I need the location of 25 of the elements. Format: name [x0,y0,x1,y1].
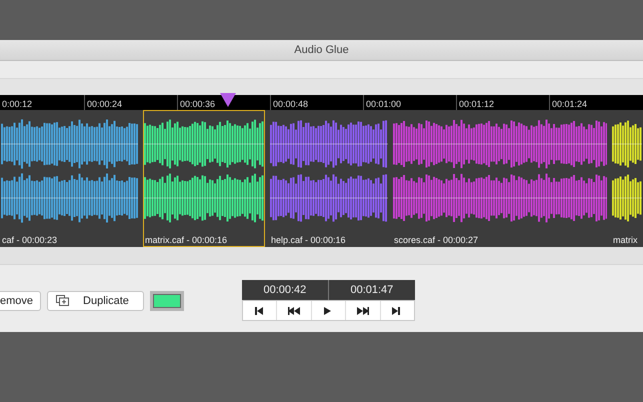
remove-button[interactable]: emove [0,290,42,310]
time-tick-label: 00:01:24 [552,98,588,110]
time-tick-label: 00:00:36 [180,98,216,110]
color-well[interactable] [150,290,184,310]
time-tick-label: 00:01:00 [366,98,402,110]
fast-forward-icon [356,306,369,316]
clip-label: matrix.caf - 00:00:16 [144,235,228,246]
time-tick-label: 00:00:48 [273,98,308,110]
clip-label: caf - 00:00:23 [1,235,58,246]
duration-time: 00:01:47 [328,280,415,300]
time-tick-label: 00:00:24 [87,98,122,110]
clip-label: help.caf - 00:00:16 [270,235,347,246]
duplicate-button[interactable]: Duplicate [47,290,144,310]
window-title: Audio Glue [294,44,349,56]
playhead-marker[interactable] [220,93,236,107]
clip-label: matrix [612,235,638,246]
time-tick-label: 00:01:12 [459,98,494,110]
clip-label: scores.caf - 00:00:27 [393,235,480,246]
color-swatch [152,294,181,308]
time-tick-label: 0:00:12 [2,98,32,110]
rewind-icon [288,306,300,316]
skip-to-start-icon [254,306,266,316]
audio-clip[interactable]: matrix.caf - 00:00:16 [143,110,265,247]
position-time: 00:00:42 [242,280,329,300]
duplicate-icon [56,295,70,306]
